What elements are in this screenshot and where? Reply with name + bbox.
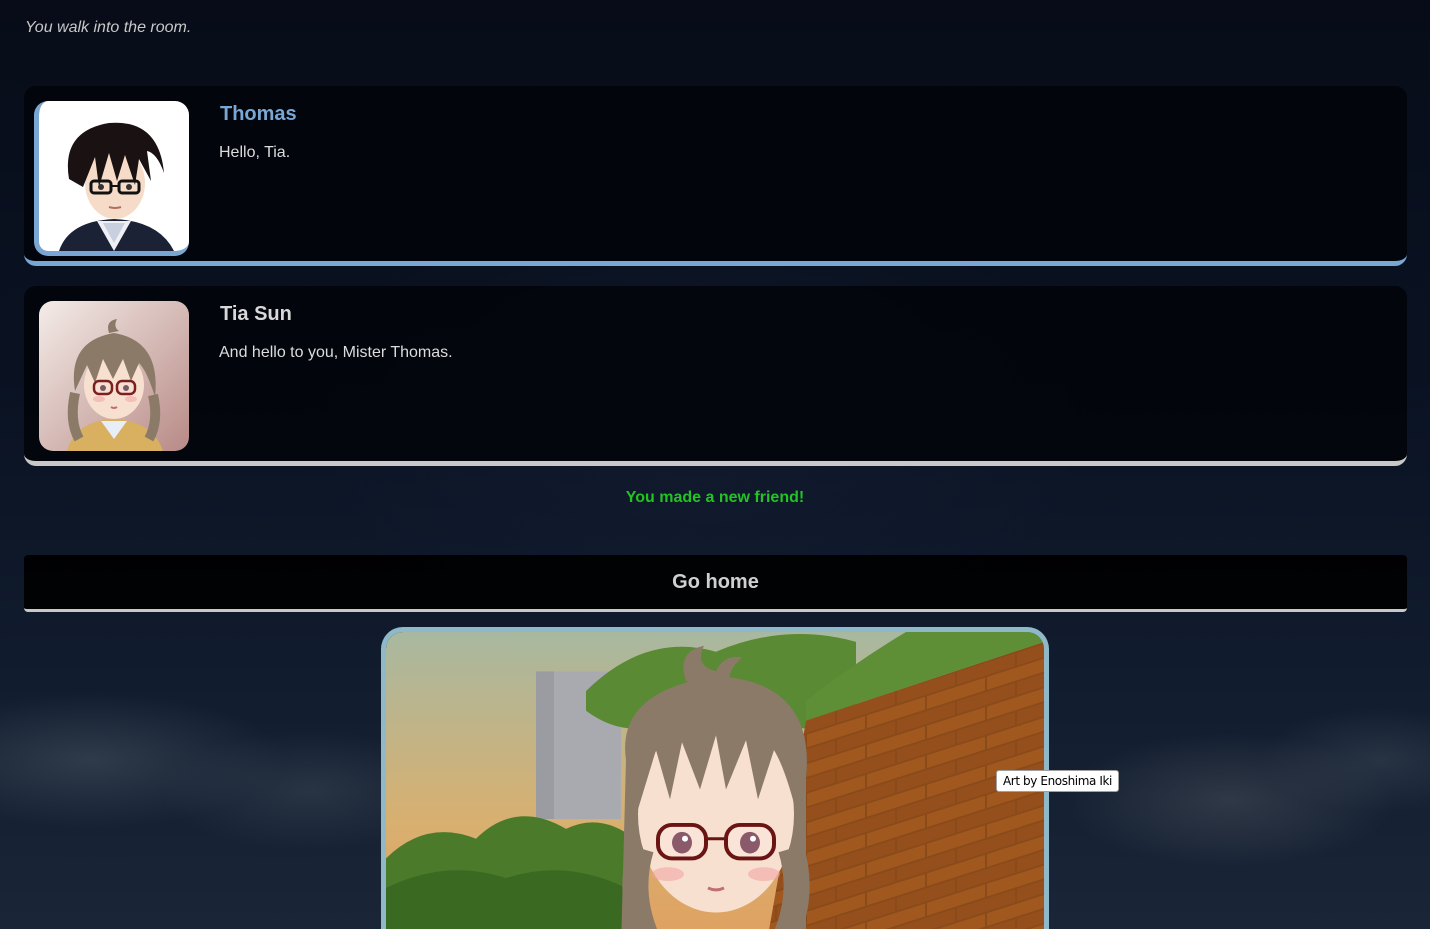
thomas-portrait xyxy=(34,101,189,256)
art-credit-tooltip: Art by Enoshima Iki xyxy=(996,770,1119,792)
dialog-box-thomas: Thomas Hello, Tia. xyxy=(24,86,1407,266)
narration-text: You walk into the room. xyxy=(25,19,192,36)
dialog-line: Hello, Tia. xyxy=(219,144,291,161)
speaker-name: Tia Sun xyxy=(220,303,292,325)
tia-sun-portrait-icon xyxy=(39,301,189,451)
dialog-line: And hello to you, Mister Thomas. xyxy=(219,344,453,361)
go-home-button[interactable]: Go home xyxy=(24,555,1407,612)
event-message: You made a new friend! xyxy=(625,489,805,506)
scene-illustration xyxy=(381,627,1049,929)
scene-art-icon xyxy=(386,632,1044,929)
dialog-box-tia-sun: Tia Sun And hello to you, Mister Thomas. xyxy=(24,286,1407,466)
speaker-name: Thomas xyxy=(220,103,297,125)
tia-sun-portrait xyxy=(39,301,189,451)
thomas-portrait-icon xyxy=(39,101,189,251)
